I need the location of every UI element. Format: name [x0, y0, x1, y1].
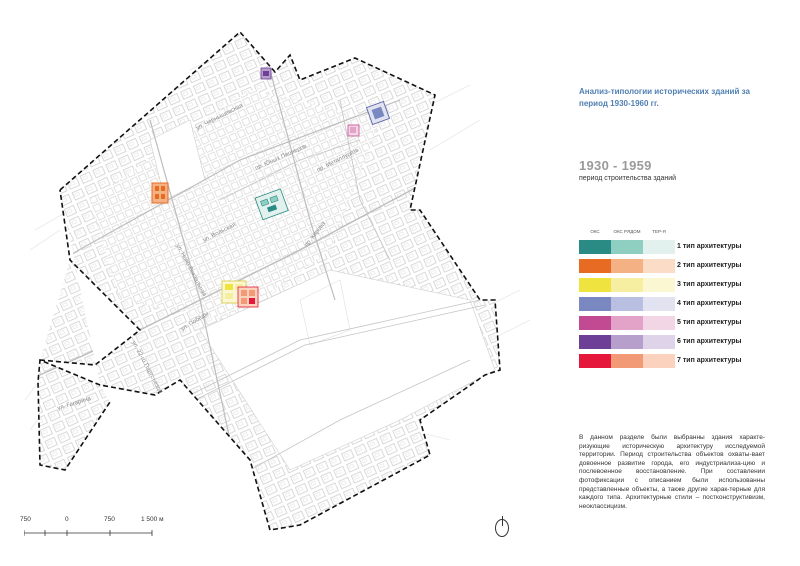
legend-label: 6 тип архитектуры [677, 338, 742, 345]
legend-swatch [579, 354, 611, 368]
legend-swatch [643, 297, 675, 311]
legend-swatch [611, 240, 643, 254]
legend-swatch [611, 335, 643, 349]
legend-swatch [643, 354, 675, 368]
legend-swatch [611, 278, 643, 292]
scale-label: 750 [20, 516, 31, 523]
legend-swatch [611, 316, 643, 330]
legend-row: 5 тип архитектуры [579, 316, 779, 330]
study-area-map: ул. Чернышевская пр. Юных Пионеров пр. М… [24, 30, 531, 531]
legend-swatch [611, 354, 643, 368]
legend-label: 4 тип архитектуры [677, 300, 742, 307]
legend-row: 3 тип архитектуры [579, 278, 779, 292]
legend-row: 1 тип архитектуры [579, 240, 779, 254]
legend-swatch [579, 259, 611, 273]
legend-label: 3 тип архитектуры [677, 281, 742, 288]
legend-swatch [643, 278, 675, 292]
description-text: В данном разделе были выбранны здания ха… [579, 434, 765, 510]
legend-label: 5 тип архитектуры [677, 319, 742, 326]
building-type-2[interactable] [151, 182, 169, 204]
scale-ruler [24, 530, 153, 536]
legend-swatch [611, 297, 643, 311]
legend-column-territory: ТЕР-Я [652, 229, 666, 234]
legend-label: 7 тип архитектуры [677, 357, 742, 364]
period-caption: период строительства зданий [579, 175, 677, 182]
building-type-5[interactable] [347, 124, 360, 137]
legend-row: 6 тип архитектуры [579, 335, 779, 349]
page-title: Анализ-типологии исторических зданий за … [579, 87, 750, 108]
scale-label: 0 [65, 516, 69, 523]
building-type-6[interactable] [260, 67, 272, 80]
legend-swatch [643, 240, 675, 254]
north-arrow-icon [495, 516, 509, 537]
legend-swatch [579, 297, 611, 311]
building-type-7[interactable] [237, 286, 259, 308]
legend-swatch [643, 259, 675, 273]
legend-row: 2 тип архитектуры [579, 259, 779, 273]
legend-label: 1 тип архитектуры [677, 243, 742, 250]
urban-grid [38, 32, 500, 530]
legend-row: 4 тип архитектуры [579, 297, 779, 311]
legend-swatch [643, 316, 675, 330]
legend-swatch [579, 316, 611, 330]
legend-swatch [611, 259, 643, 273]
legend-swatch [579, 278, 611, 292]
scale-bar: 750 0 750 1 500 м [20, 512, 170, 552]
legend-swatch [579, 240, 611, 254]
legend-row: 7 тип архитектуры [579, 354, 779, 368]
legend-label: 2 тип архитектуры [677, 262, 742, 269]
period-range: 1930 - 1959 [579, 158, 652, 173]
legend-swatch [643, 335, 675, 349]
legend-column-oks-nearby: ОКС РЯДОМ [613, 229, 641, 234]
scale-label: 750 [104, 516, 115, 523]
legend-swatch [579, 335, 611, 349]
scale-label: 1 500 м [141, 516, 164, 523]
legend-column-oks: ОКС [590, 229, 600, 234]
